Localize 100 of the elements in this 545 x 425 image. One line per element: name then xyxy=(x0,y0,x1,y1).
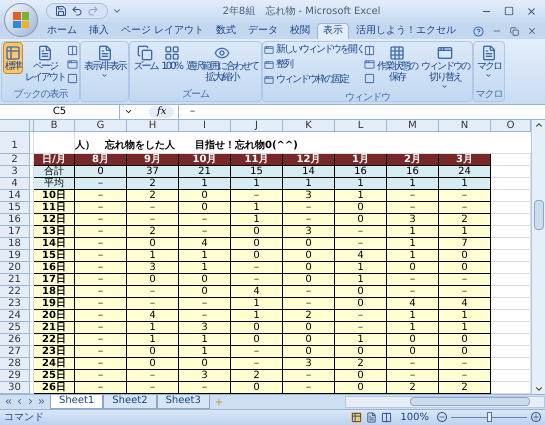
table-cell: － xyxy=(335,322,387,334)
row-header[interactable]: 14 xyxy=(0,190,30,202)
ribbon-button[interactable]: 新しいウィンドウを開く xyxy=(264,44,364,56)
row-header[interactable]: 30 xyxy=(0,382,30,394)
caret-icon xyxy=(485,72,492,79)
row-header[interactable]: 28 xyxy=(0,358,30,370)
table-cell: 37 xyxy=(127,166,179,178)
table-cell: 3 xyxy=(283,226,335,238)
ribbon-button[interactable]: 作業状態の 保存 xyxy=(374,42,419,85)
office-logo-icon[interactable] xyxy=(4,3,38,37)
table-cell: 0 xyxy=(335,298,387,310)
table-cell: － xyxy=(127,214,179,226)
row-header[interactable]: 29 xyxy=(0,370,30,382)
formula-field[interactable]: － xyxy=(178,104,545,119)
table-cell: 14 xyxy=(283,166,335,178)
ribbon-button[interactable]: 表示/非表示 xyxy=(82,42,128,81)
redo-icon xyxy=(87,5,99,18)
table-cell: 平均 xyxy=(34,178,75,190)
table-cell: － xyxy=(179,226,231,238)
scroll-thumb[interactable] xyxy=(410,397,530,406)
sheet-tab[interactable]: Sheet2 xyxy=(103,394,157,409)
ribbon-tab[interactable]: 校閲 xyxy=(285,22,316,39)
table-cell: － xyxy=(127,370,179,382)
ribbon-tab[interactable]: データ xyxy=(243,22,284,39)
row-header[interactable]: 25 xyxy=(0,322,30,334)
window-icon xyxy=(264,74,274,85)
table-cell: 14日 xyxy=(34,238,75,250)
row-header[interactable]: 1 xyxy=(0,132,30,154)
column-header[interactable]: J xyxy=(231,120,283,132)
table-cell: 0 xyxy=(179,202,231,214)
row-header[interactable]: 26 xyxy=(0,334,30,346)
table-cell: 0 xyxy=(179,190,231,202)
table-cell: 0 xyxy=(439,334,491,346)
table-cell: 1 xyxy=(231,310,283,322)
first-sheet-icon xyxy=(4,397,13,406)
select-all-corner[interactable] xyxy=(0,120,30,132)
scroll-thumb[interactable] xyxy=(534,200,544,230)
row-header[interactable]: 17 xyxy=(0,226,30,238)
ribbon-tab[interactable]: 挿入 xyxy=(84,22,114,39)
table-cell: 0 xyxy=(127,238,179,250)
zoom-slider[interactable] xyxy=(451,412,527,422)
table-cell: 日/月 xyxy=(34,154,75,166)
table-cell: 4 xyxy=(231,286,283,298)
table-cell: 8月 xyxy=(75,154,127,166)
ribbon-button[interactable]: マクロ xyxy=(474,42,503,81)
column-header[interactable]: K xyxy=(283,120,335,132)
window-icon xyxy=(264,44,274,55)
close-icon xyxy=(527,26,537,36)
row-header[interactable]: 23 xyxy=(0,298,30,310)
column-header[interactable]: G xyxy=(75,120,127,132)
row-header[interactable]: 4 xyxy=(0,178,30,190)
ribbon-button[interactable]: 100% xyxy=(159,42,184,74)
row-header[interactable]: 22 xyxy=(0,286,30,298)
table-cell: 24日 xyxy=(34,358,75,370)
ribbon-tab[interactable]: 活用しよう！エクセル xyxy=(351,22,462,39)
table-cell: 17日 xyxy=(34,274,75,286)
ribbon-tab[interactable]: 表示 xyxy=(317,22,350,39)
sheet-tab[interactable]: Sheet1 xyxy=(50,394,104,409)
row-header[interactable]: 15 xyxy=(0,202,30,214)
table-cell: 合計 xyxy=(34,166,75,178)
ribbon-button[interactable]: 標準 xyxy=(3,42,23,74)
ribbon-button[interactable]: ズーム xyxy=(131,42,160,74)
ribbon-tab[interactable]: ページ レイアウト xyxy=(116,22,210,39)
table-cell: － xyxy=(75,250,127,262)
row-header[interactable]: 24 xyxy=(0,310,30,322)
ribbon-tab[interactable]: 数式 xyxy=(211,22,242,39)
sheet-tab[interactable]: Sheet3 xyxy=(156,394,210,409)
row-header[interactable]: 16 xyxy=(0,214,30,226)
restore-icon xyxy=(510,26,519,36)
row-header[interactable]: 19 xyxy=(0,250,30,262)
row-header[interactable]: 18 xyxy=(0,238,30,250)
row-header[interactable]: 3 xyxy=(0,166,30,178)
ribbon-button[interactable]: ウィンドウ枠の固定 xyxy=(264,74,364,86)
zoom-level[interactable]: 100% xyxy=(400,410,429,425)
ribbon-tab[interactable]: ホーム xyxy=(42,22,82,39)
table-cell: － xyxy=(127,298,179,310)
slider-thumb[interactable] xyxy=(487,412,492,422)
column-header[interactable]: B xyxy=(34,120,75,132)
horizontal-scrollbar[interactable] xyxy=(345,396,545,408)
name-box[interactable]: C5 xyxy=(0,104,120,119)
ribbon-button[interactable]: ウィンドウの 切り替え xyxy=(418,42,471,92)
ribbon-button[interactable]: ページ レイアウト xyxy=(23,42,67,85)
table-cell: 1 xyxy=(231,202,283,214)
vertical-scrollbar[interactable] xyxy=(531,120,545,394)
column-header[interactable]: N xyxy=(439,120,491,132)
table-cell: － xyxy=(127,202,179,214)
table-cell: － xyxy=(439,358,491,370)
column-header[interactable]: L xyxy=(335,120,387,132)
column-header[interactable]: H xyxy=(127,120,179,132)
insert-function-button[interactable]: fx xyxy=(149,106,174,118)
column-header[interactable]: I xyxy=(179,120,231,132)
ribbon-button[interactable]: 整列 xyxy=(264,58,364,71)
ribbon-button[interactable]: 選択範囲に合わせて 拡大/縮小 xyxy=(184,42,260,85)
row-header[interactable]: 27 xyxy=(0,346,30,358)
column-header[interactable] xyxy=(30,120,34,132)
row-header[interactable]: 21 xyxy=(0,274,30,286)
column-header[interactable]: O xyxy=(491,120,531,132)
column-header[interactable]: M xyxy=(387,120,439,132)
row-header[interactable]: 20 xyxy=(0,262,30,274)
row-header[interactable]: 2 xyxy=(0,154,30,166)
